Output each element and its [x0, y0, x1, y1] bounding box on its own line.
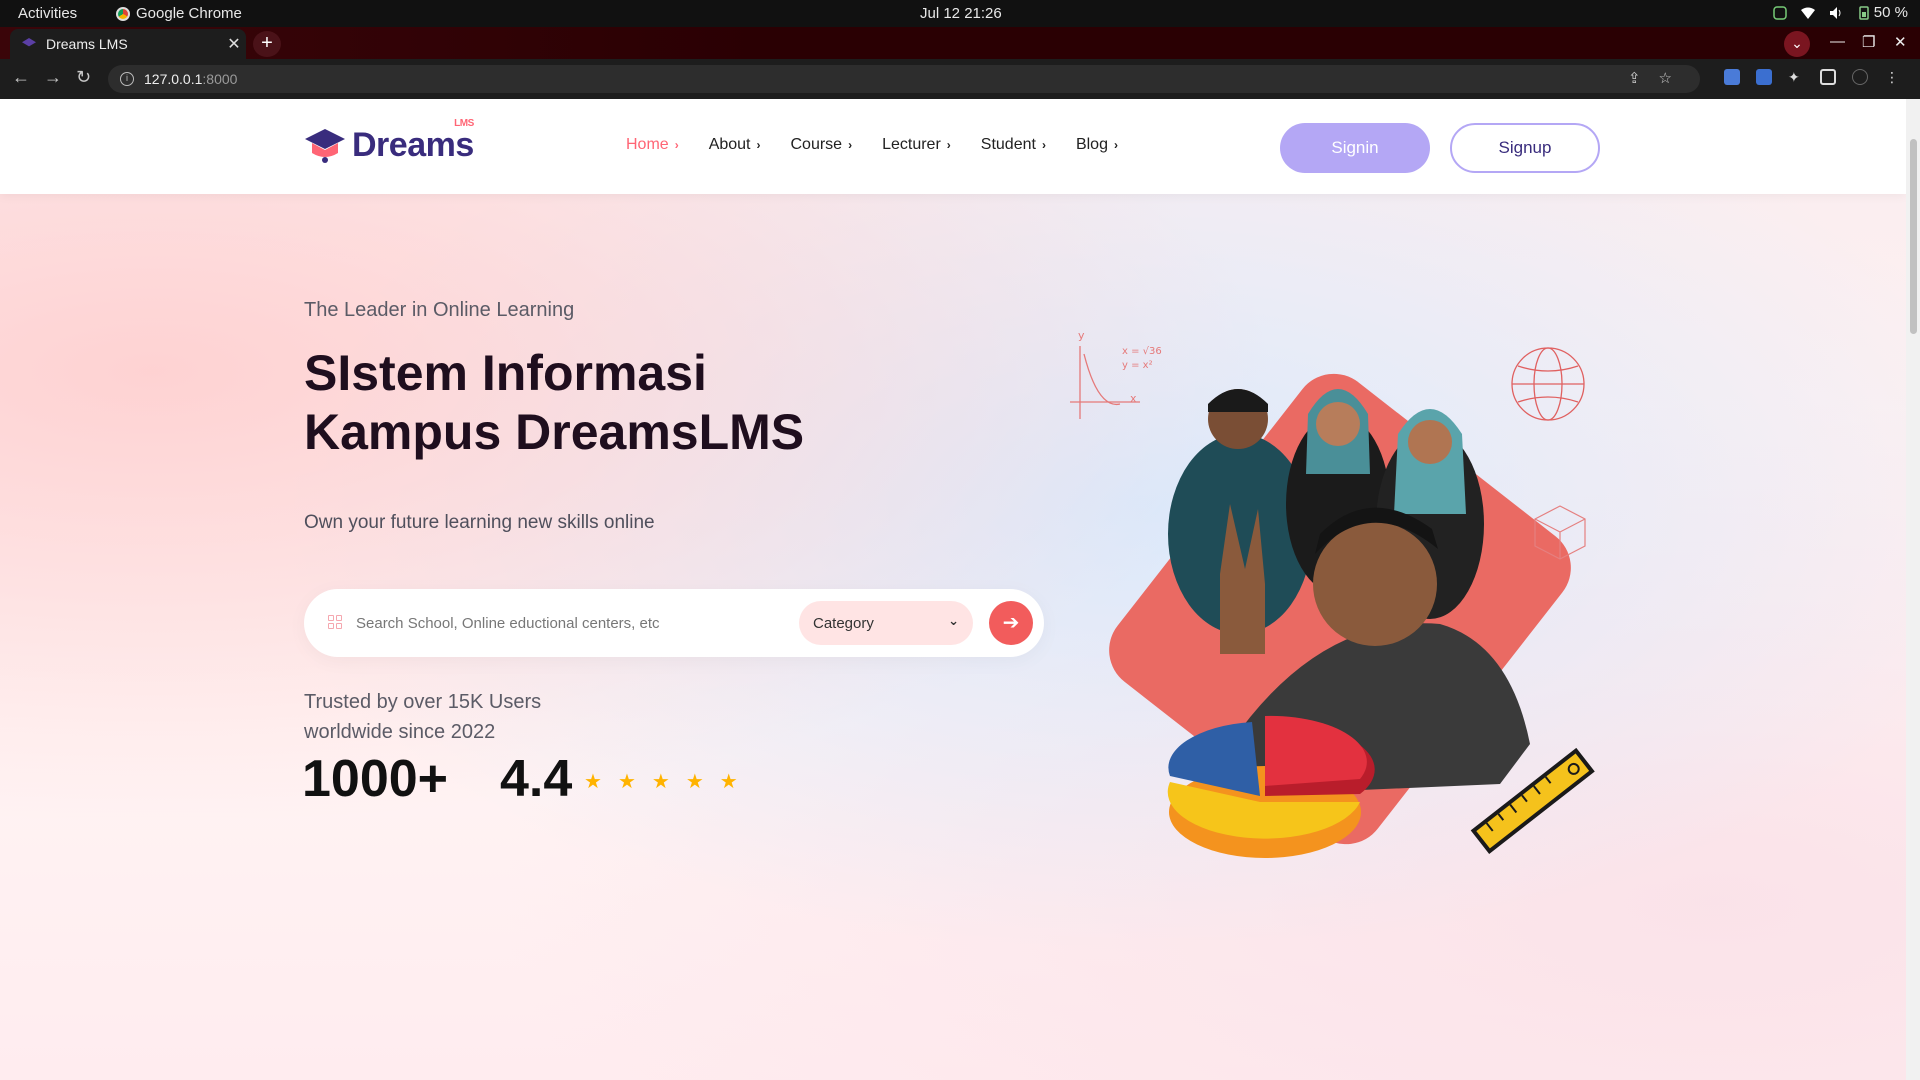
close-window-icon[interactable]: ✕: [1894, 33, 1907, 51]
volume-icon: [1829, 6, 1841, 19]
arrow-right-icon: ➔: [1002, 612, 1020, 634]
translate-extension-icon[interactable]: [1756, 69, 1772, 85]
battery-icon: [1859, 5, 1869, 20]
reload-icon[interactable]: ↻: [76, 67, 91, 88]
trusted-text: Trusted by over 15K Users worldwide sinc…: [304, 691, 542, 743]
category-select[interactable]: Category ⌄: [799, 601, 973, 645]
extensions-area: ✦ ⋮: [1724, 69, 1900, 85]
logo-wordmark: Dreams: [352, 126, 474, 164]
url-host: 127.0.0.1: [144, 71, 203, 87]
graduation-cap-icon: [305, 129, 345, 163]
site-logo[interactable]: Dreams LMS: [304, 118, 474, 165]
nav-label: Student: [980, 136, 1036, 153]
users-stat: 1000+: [302, 750, 449, 808]
sync-icon: [1773, 5, 1787, 20]
nav-label: Lecturer: [882, 136, 941, 153]
browser-toolbar: ← → ↻ i 127.0.0.1:8000 ⇪ ☆ ✦ ⋮: [0, 59, 1920, 99]
minimize-icon[interactable]: —: [1830, 33, 1845, 50]
scrollbar-thumb[interactable]: [1910, 139, 1917, 334]
star-icon: ★: [617, 771, 636, 793]
search-bar: Category ⌄ ➔: [304, 589, 1044, 657]
tab-strip: Dreams LMS ✕ + ⌄ — ❐ ✕: [0, 27, 1920, 59]
app-name: Google Chrome: [136, 5, 242, 22]
browser-tab[interactable]: Dreams LMS ✕: [10, 29, 246, 59]
menu-kebab-icon[interactable]: ⋮: [1884, 69, 1900, 85]
tab-title: Dreams LMS: [46, 36, 128, 52]
search-input[interactable]: [356, 607, 776, 639]
hero-eyebrow: The Leader in Online Learning: [304, 299, 575, 321]
math-graph-icon: y x x = √36 y = x²: [1070, 329, 1162, 419]
url-port: :8000: [202, 71, 238, 87]
back-icon[interactable]: ←: [12, 67, 30, 88]
close-tab-icon[interactable]: ✕: [222, 34, 246, 54]
star-icon: ★: [719, 771, 738, 793]
grid-search-icon: [328, 615, 342, 629]
favicon-icon: [22, 38, 36, 47]
category-label: Category: [813, 614, 874, 632]
chevron-right-icon: ›: [1113, 138, 1118, 152]
svg-text:x: x: [1130, 392, 1137, 405]
nav-label: Course: [790, 136, 843, 153]
logo-superscript: LMS: [454, 118, 474, 129]
chevron-right-icon: ›: [674, 138, 679, 152]
star-icon: ★: [685, 771, 704, 793]
page-scrollbar[interactable]: [1906, 99, 1920, 1080]
system-tray[interactable]: 50 %: [1773, 4, 1908, 21]
wifi-icon: [1800, 7, 1815, 19]
nav-student[interactable]: Student ›: [981, 136, 1046, 154]
chrome-icon: [116, 6, 130, 21]
clock[interactable]: Jul 12 21:26: [920, 5, 1002, 22]
share-icon[interactable]: ⇪: [1628, 69, 1641, 87]
rating-value: 4.4: [500, 750, 573, 808]
globe-icon: [1511, 347, 1585, 421]
restore-icon[interactable]: ❐: [1862, 33, 1875, 51]
battery-level: 50 %: [1873, 4, 1908, 21]
site-info-icon[interactable]: i: [120, 72, 134, 86]
hero-section: The Leader in Online Learning SIstem Inf…: [0, 194, 1906, 1080]
site-header: Dreams LMS Home › About › Course › Lecturer…: [0, 99, 1906, 194]
nav-blog[interactable]: Blog ›: [1076, 136, 1118, 154]
page-viewport: The Leader in Online Learning SIstem Inf…: [0, 99, 1906, 1080]
chevron-right-icon: ›: [848, 138, 853, 152]
battery-indicator: 50 %: [1857, 4, 1908, 21]
star-icon: ★: [584, 771, 602, 793]
hero-subtitle: Own your future learning new skills onli…: [304, 512, 655, 533]
bookmark-star-icon[interactable]: ☆: [1659, 69, 1672, 87]
os-top-bar: Activities Google Chrome Jul 12 21:26 50…: [0, 0, 1920, 27]
svg-text:y: y: [1078, 329, 1085, 342]
side-panel-icon[interactable]: [1820, 69, 1836, 85]
profile-icon[interactable]: [1852, 69, 1868, 85]
nav-label: About: [708, 136, 751, 153]
tab-search-icon[interactable]: ⌄: [1784, 31, 1810, 57]
rating-stars: ★ ★ ★ ★ ★: [584, 769, 738, 794]
nav-course[interactable]: Course ›: [791, 136, 853, 154]
docs-extension-icon[interactable]: [1724, 69, 1740, 85]
nav-label: Blog: [1075, 136, 1108, 153]
svg-text:x = √36: x = √36: [1122, 346, 1162, 357]
signup-button[interactable]: Signup: [1450, 123, 1600, 173]
logo-text: Dreams LMS: [352, 118, 474, 165]
svg-text:y = x²: y = x²: [1122, 360, 1153, 371]
hero-title: SIstem Informasi Kampus DreamsLMS: [304, 345, 805, 460]
forward-icon[interactable]: →: [44, 67, 62, 88]
extensions-puzzle-icon[interactable]: ✦: [1788, 69, 1804, 85]
nav-about[interactable]: About ›: [709, 136, 761, 154]
hero-illustration: y x x = √36 y = x²: [1070, 329, 1595, 858]
chevron-down-icon: ⌄: [948, 613, 959, 628]
pie-chart-icon: [1167, 715, 1375, 858]
main-navigation: Home › About › Course › Lecturer › Student › …: [626, 136, 1118, 154]
nav-label: Home: [626, 136, 669, 153]
star-icon: ★: [651, 771, 670, 793]
chevron-right-icon: ›: [756, 138, 761, 152]
chevron-right-icon: ›: [946, 138, 951, 152]
app-menu[interactable]: Google Chrome: [116, 5, 242, 22]
address-bar[interactable]: i 127.0.0.1:8000 ⇪ ☆: [108, 65, 1700, 93]
activities-button[interactable]: Activities: [18, 5, 77, 22]
nav-lecturer[interactable]: Lecturer ›: [882, 136, 951, 154]
chevron-right-icon: ›: [1041, 138, 1046, 152]
signin-button[interactable]: Signin: [1280, 123, 1430, 173]
search-submit-button[interactable]: ➔: [989, 601, 1033, 645]
nav-home[interactable]: Home ›: [626, 136, 679, 154]
new-tab-button[interactable]: +: [253, 31, 281, 57]
